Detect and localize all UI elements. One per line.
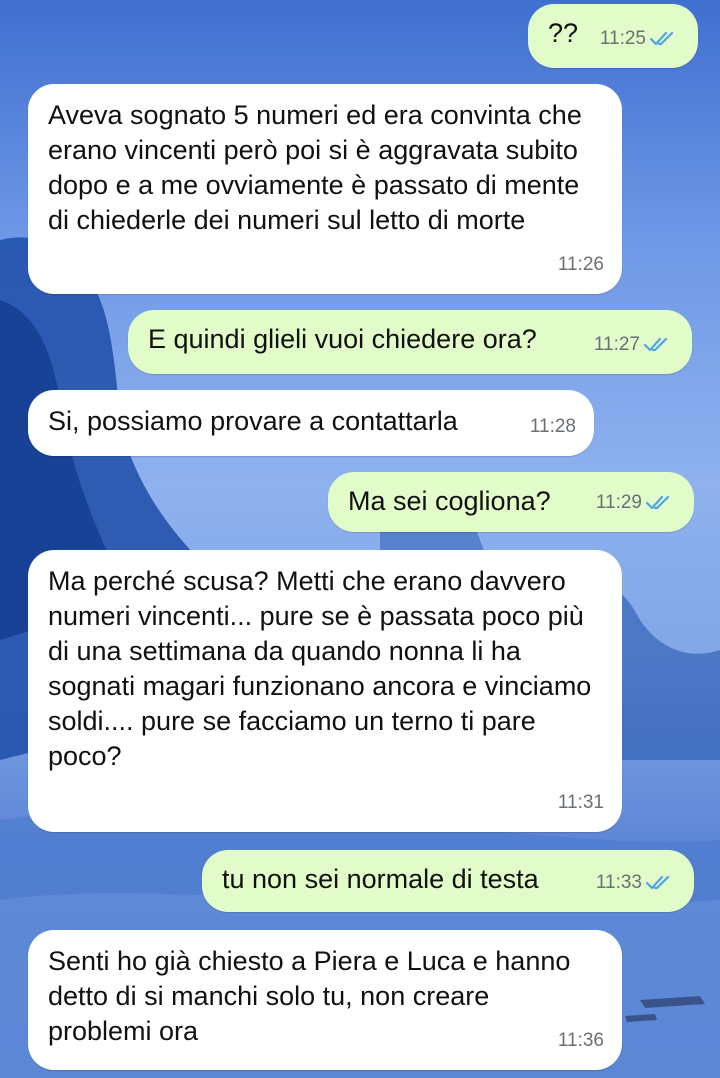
message-bubble-incoming[interactable]: Aveva sognato 5 numeri ed era convinta c… — [28, 84, 622, 294]
message-time: 11:33 — [595, 872, 642, 893]
message-text: tu non sei normale di testa — [222, 864, 539, 894]
message-bubble-incoming[interactable]: Ma perché scusa? Metti che erano davvero… — [28, 550, 622, 832]
message-meta: 11:28 — [530, 409, 576, 444]
message-time: 11:26 — [557, 254, 604, 275]
message-text: Ma sei cogliona? — [348, 486, 551, 516]
double-check-icon — [644, 337, 668, 351]
message-bubble-outgoing[interactable]: Ma sei cogliona? 11:29 — [328, 472, 694, 532]
message-meta: 11:36 — [558, 1023, 604, 1058]
message-meta: 11:27 — [594, 327, 672, 362]
message-time: 11:29 — [595, 492, 642, 513]
message-text: Senti ho già chiesto a Piera e Luca e ha… — [48, 946, 571, 1046]
message-bubble-outgoing[interactable]: tu non sei normale di testa 11:33 — [202, 850, 694, 912]
message-meta: 11:33 — [596, 865, 674, 900]
message-list[interactable]: ?? 11:25 Aveva sognato 5 numeri ed era c… — [0, 0, 720, 1078]
message-time: 11:27 — [593, 334, 640, 355]
message-text: Ma perché scusa? Metti che erano davvero… — [48, 566, 592, 771]
message-time: 11:25 — [599, 28, 646, 49]
message-bubble-outgoing[interactable]: E quindi glieli vuoi chiedere ora? 11:27 — [128, 310, 692, 374]
message-time: 11:36 — [557, 1030, 604, 1051]
message-meta: 11:29 — [596, 485, 674, 520]
message-bubble-incoming[interactable]: Senti ho già chiesto a Piera e Luca e ha… — [28, 930, 622, 1070]
double-check-icon — [646, 495, 670, 509]
message-text: ?? — [548, 18, 579, 48]
message-meta: 11:25 — [600, 21, 678, 56]
message-text: Si, possiamo provare a contattarla — [48, 406, 458, 436]
message-bubble-outgoing[interactable]: ?? 11:25 — [528, 4, 698, 68]
double-check-icon — [650, 31, 674, 45]
message-text: Aveva sognato 5 numeri ed era convinta c… — [48, 100, 582, 235]
message-bubble-incoming[interactable]: Si, possiamo provare a contattarla 11:28 — [28, 390, 594, 456]
message-text: E quindi glieli vuoi chiedere ora? — [148, 324, 537, 354]
double-check-icon — [646, 875, 670, 889]
message-meta: 11:31 — [558, 785, 604, 820]
message-time: 11:28 — [529, 416, 576, 437]
message-meta: 11:26 — [558, 247, 604, 282]
message-time: 11:31 — [557, 792, 604, 813]
